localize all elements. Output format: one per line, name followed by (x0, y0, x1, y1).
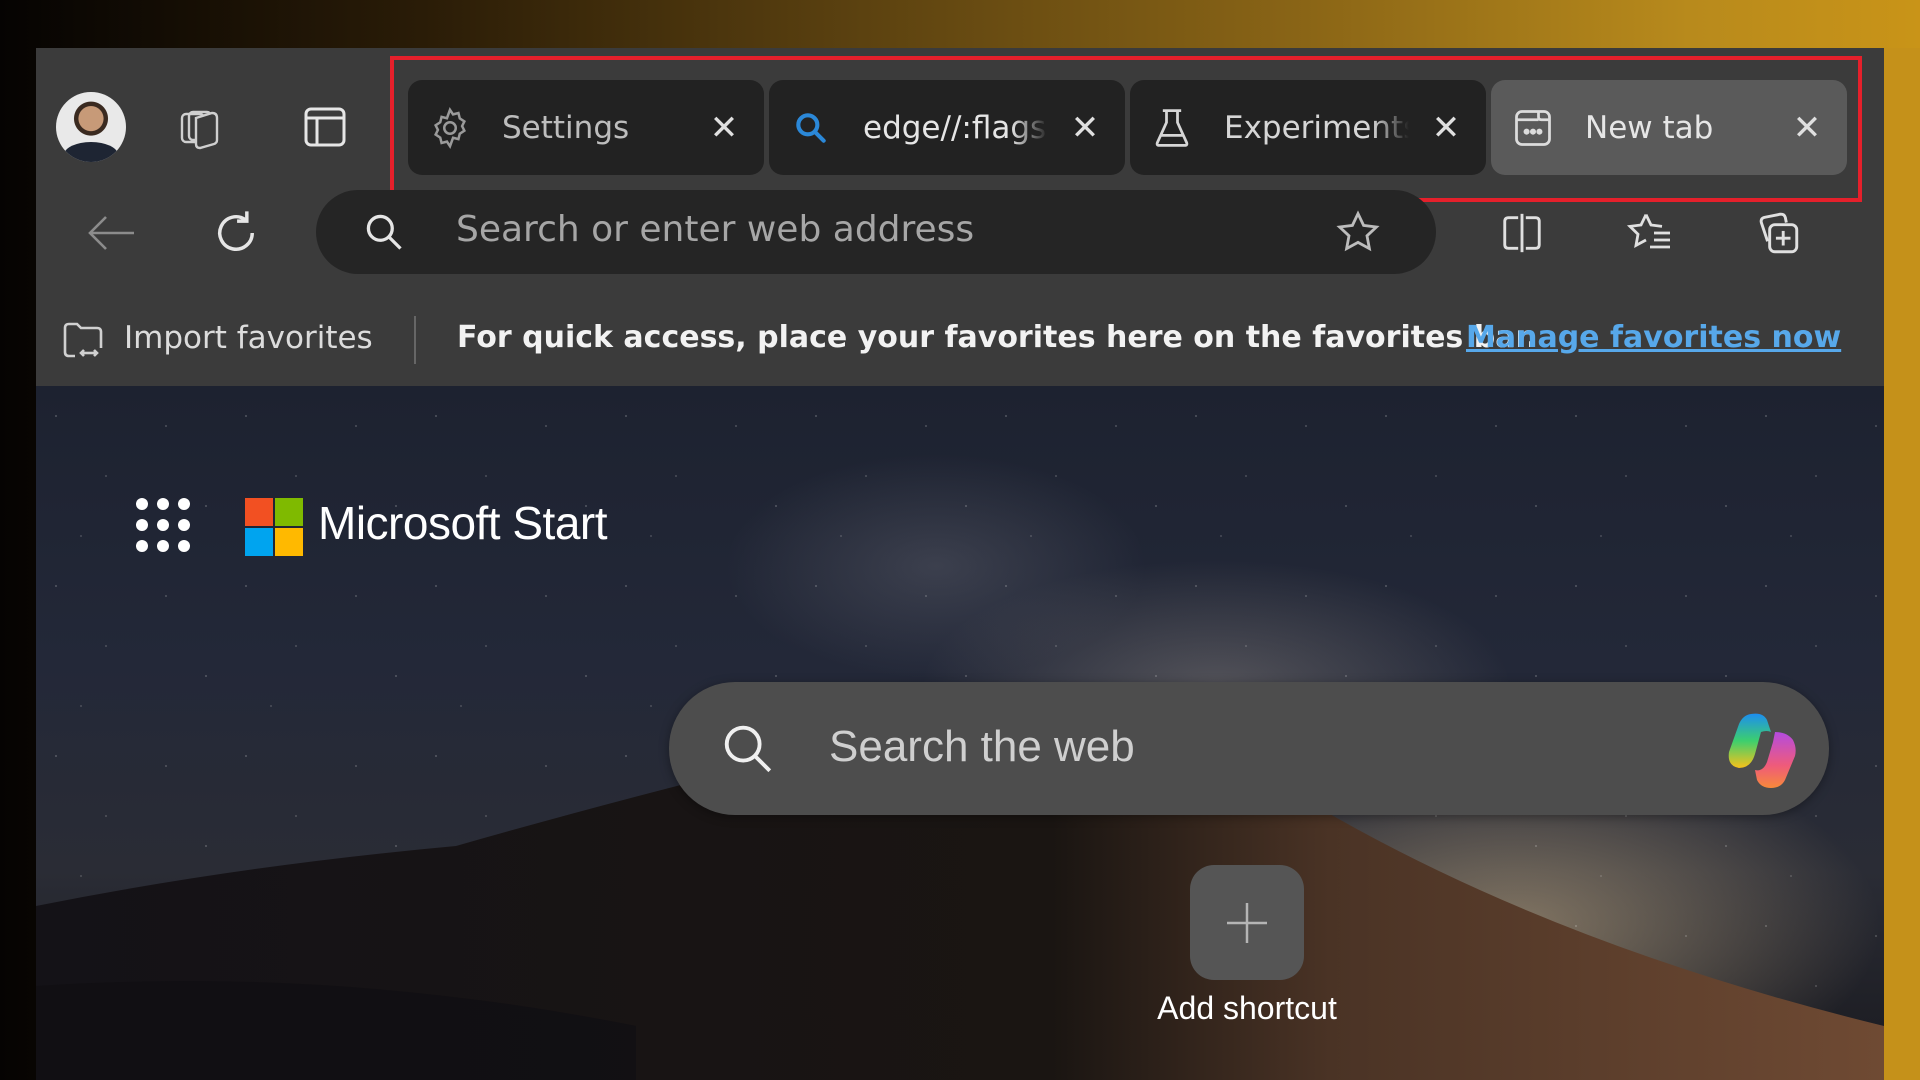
flask-icon (1148, 104, 1196, 152)
refresh-button[interactable] (206, 203, 266, 263)
back-button[interactable] (82, 203, 142, 263)
close-icon[interactable]: ✕ (1067, 110, 1103, 146)
favorites-bar: Import favorites For quick access, place… (36, 296, 1884, 386)
gear-icon (426, 104, 474, 152)
search-icon (719, 720, 777, 782)
tab-label: Experiments (1224, 109, 1409, 146)
add-shortcut-label: Add shortcut (1157, 990, 1337, 1026)
vertical-tabs-icon[interactable] (302, 104, 348, 154)
tab-label: New tab (1585, 109, 1714, 146)
import-favorites-button[interactable]: Import favorites (124, 320, 373, 356)
copilot-icon[interactable] (1721, 710, 1805, 790)
tab-settings[interactable]: Settings ✕ (408, 80, 764, 175)
workspaces-icon[interactable] (176, 102, 226, 156)
close-icon[interactable]: ✕ (1428, 110, 1464, 146)
apps-launcher-icon[interactable] (136, 498, 192, 554)
plus-icon (1227, 902, 1267, 943)
close-icon[interactable]: ✕ (706, 110, 742, 146)
search-icon (362, 210, 406, 258)
add-favorite-star-icon[interactable] (1334, 208, 1382, 260)
new-tab-page-icon (1509, 104, 1557, 152)
tab-flags[interactable]: edge//:flags ✕ (769, 80, 1125, 175)
address-bar[interactable]: Search or enter web address (316, 190, 1436, 274)
web-search-box[interactable]: Search the web (669, 682, 1829, 815)
split-screen-icon[interactable] (1492, 203, 1552, 263)
microsoft-logo (245, 498, 303, 556)
import-favorites-icon (58, 316, 108, 368)
add-shortcut-button[interactable] (1190, 865, 1304, 980)
favorites-icon[interactable] (1620, 203, 1680, 263)
search-icon (787, 104, 835, 152)
close-icon[interactable]: ✕ (1789, 110, 1825, 146)
brand-title[interactable]: Microsoft Start (318, 496, 608, 550)
tab-experiments[interactable]: Experiments ✕ (1130, 80, 1486, 175)
tab-new-tab[interactable]: New tab ✕ (1491, 80, 1847, 175)
collections-icon[interactable] (1748, 203, 1808, 263)
divider (414, 316, 416, 364)
tab-label: Settings (502, 109, 630, 146)
profile-avatar[interactable] (56, 92, 126, 162)
manage-favorites-link[interactable]: Manage favorites now (1466, 320, 1841, 355)
web-search-input[interactable]: Search the web (829, 722, 1135, 772)
browser-window: Settings ✕ edge//:flags ✕ Experiments ✕ (36, 48, 1884, 1080)
new-tab-page: Microsoft Start Search the web Add short… (36, 386, 1884, 1080)
address-input[interactable]: Search or enter web address (456, 209, 974, 250)
favorites-bar-message: For quick access, place your favorites h… (457, 320, 1538, 355)
tab-label: edge//:flags (863, 109, 1047, 146)
background-strip (1884, 48, 1920, 1080)
